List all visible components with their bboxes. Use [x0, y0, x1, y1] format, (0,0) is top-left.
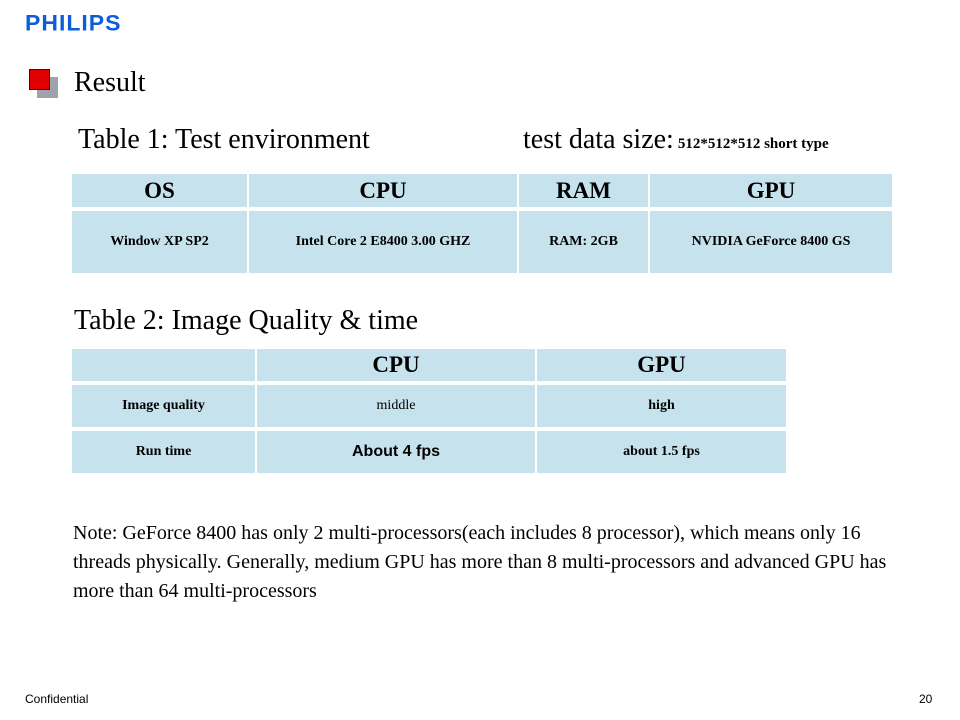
table-header-row: CPU GPU [72, 349, 786, 385]
table-header-cell: OS [72, 174, 249, 211]
table-row: Image quality middle high [72, 385, 786, 431]
table-header-cell: GPU [650, 174, 892, 211]
section-title: Result [74, 67, 146, 98]
confidential-label: Confidential [25, 692, 89, 706]
table-cell: about 1.5 fps [537, 431, 786, 473]
table-row: Window XP SP2 Intel Core 2 E8400 3.00 GH… [72, 211, 892, 273]
table-header-cell: CPU [249, 174, 519, 211]
test-data-size-label: test data size: [523, 124, 674, 155]
row-label: Image quality [72, 385, 257, 431]
test-environment-table: OS CPU RAM GPU Window XP SP2 Intel Core … [72, 174, 892, 273]
table-row: Run time About 4 fps about 1.5 fps [72, 431, 786, 473]
square-bullet-icon [29, 69, 59, 99]
image-quality-time-table: CPU GPU Image quality middle high Run ti… [72, 349, 786, 473]
philips-logo: PHILIPS [25, 10, 122, 36]
page-number: 20 [919, 692, 933, 706]
table-header-cell: RAM [519, 174, 650, 211]
note-text: Note: GeForce 8400 has only 2 multi-proc… [73, 522, 887, 602]
table-header-cell: CPU [257, 349, 537, 385]
table-cell: About 4 fps [257, 431, 537, 473]
table-header-row: OS CPU RAM GPU [72, 174, 892, 211]
table1-title: Table 1: Test environment [78, 124, 370, 155]
table2-title: Table 2: Image Quality & time [74, 305, 419, 336]
table-cell: RAM: 2GB [519, 211, 650, 273]
test-data-size: test data size: 512*512*512 short type [523, 124, 829, 156]
table-cell: high [537, 385, 786, 431]
table-cell: middle [257, 385, 537, 431]
table-header-cell: GPU [537, 349, 786, 385]
table-cell: Window XP SP2 [72, 211, 249, 273]
table-header-cell [72, 349, 257, 385]
row-label: Run time [72, 431, 257, 473]
table-cell: Intel Core 2 E8400 3.00 GHZ [249, 211, 519, 273]
table-cell: NVIDIA GeForce 8400 GS [650, 211, 892, 273]
test-data-size-value: 512*512*512 short type [677, 136, 829, 152]
